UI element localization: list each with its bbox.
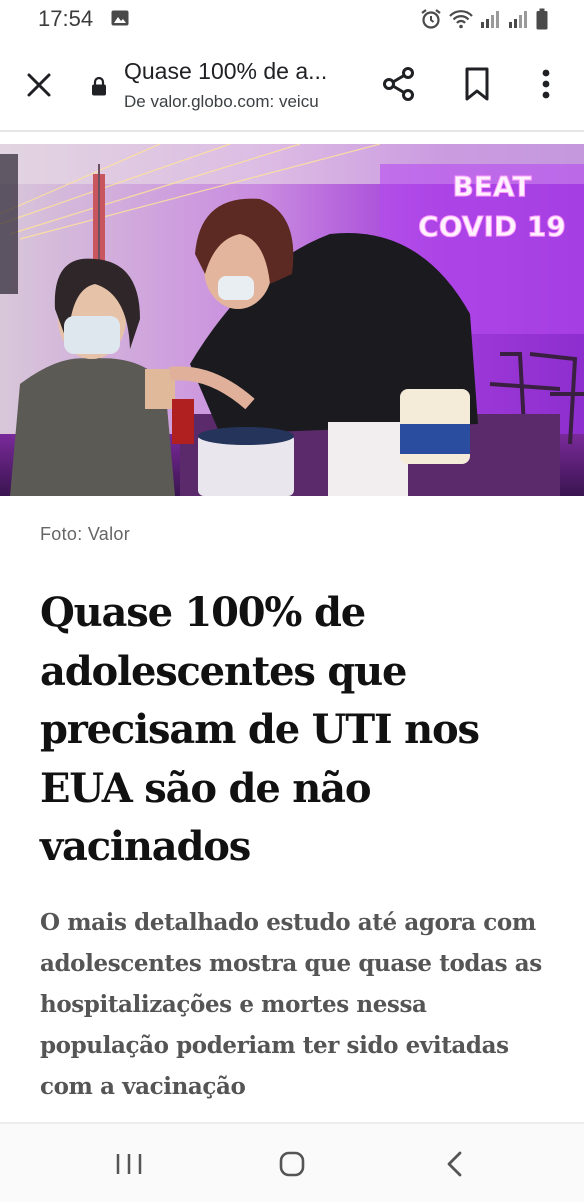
- article-subheadline: O mais detalhado estudo até agora com ad…: [40, 909, 542, 1100]
- url-text[interactable]: De valor.globo.com: veicu: [124, 92, 319, 112]
- browser-toolbar: Quase 100% de a... De valor.globo.com: v…: [0, 40, 584, 132]
- share-icon[interactable]: [381, 66, 417, 102]
- signal-icon: [509, 11, 527, 28]
- close-icon[interactable]: [24, 70, 54, 100]
- recent-apps-icon[interactable]: [115, 1152, 143, 1176]
- back-icon[interactable]: [444, 1150, 466, 1178]
- neon-sign-line1: BEAT: [452, 170, 531, 203]
- status-time: 17:54: [38, 6, 94, 31]
- system-nav-bar: [0, 1122, 584, 1202]
- battery-icon: [536, 8, 548, 30]
- bookmark-icon[interactable]: [462, 66, 492, 102]
- article-headline: Quase 100% de adolescentes que precisam …: [40, 589, 480, 870]
- alarm-icon: [421, 9, 441, 29]
- more-icon[interactable]: [534, 66, 558, 102]
- photo-credit: Foto: Valor: [40, 524, 131, 544]
- neon-sign-line2: COVID 19: [418, 210, 566, 243]
- home-icon[interactable]: [278, 1150, 306, 1178]
- wifi-icon: [449, 10, 473, 29]
- page-title[interactable]: Quase 100% de a...: [124, 58, 327, 85]
- article-photo: BEAT COVID 19: [0, 144, 584, 496]
- lock-icon: [92, 76, 106, 96]
- signal-icon: [481, 11, 499, 28]
- image-icon: [111, 10, 129, 26]
- status-bar: 17:54: [0, 0, 584, 40]
